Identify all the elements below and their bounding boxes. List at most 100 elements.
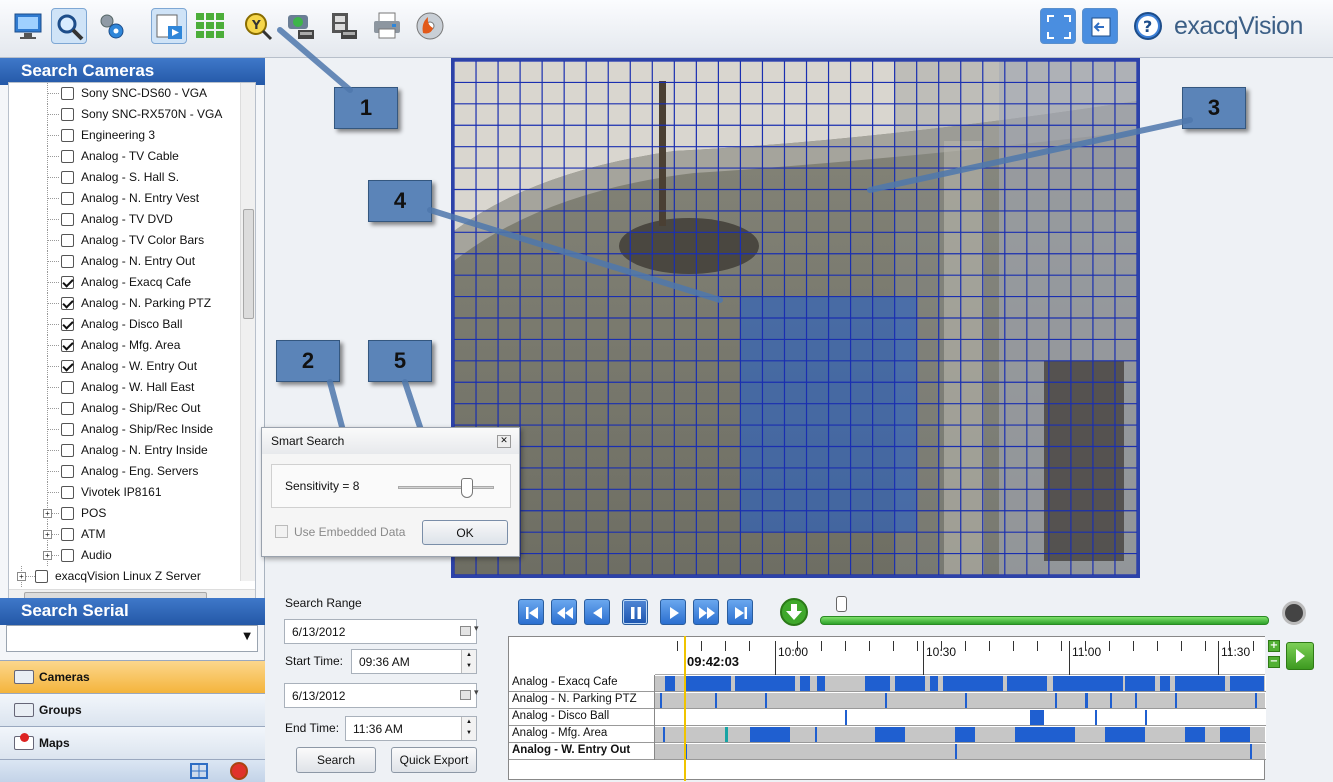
camera-tree-item[interactable]: Analog - W. Hall East: [9, 377, 241, 398]
camera-checkbox[interactable]: [61, 486, 74, 499]
camera-checkbox[interactable]: [61, 339, 74, 352]
camera-tree-item[interactable]: + ATM: [9, 524, 241, 545]
start-time-spinner[interactable]: ▲ ▼: [461, 650, 476, 673]
rewind-icon[interactable]: [551, 599, 577, 625]
map-marker-icon[interactable]: [230, 762, 248, 780]
grid-icon[interactable]: [190, 763, 208, 779]
camera-checkbox[interactable]: [61, 507, 74, 520]
camera-checkbox[interactable]: [61, 549, 74, 562]
timeline-row[interactable]: Analog - Disco Ball: [509, 709, 1266, 726]
camera-tree-item[interactable]: Analog - Mfg. Area: [9, 335, 241, 356]
fullscreen-icon[interactable]: [1040, 8, 1076, 44]
play-icon[interactable]: [660, 599, 686, 625]
camera-tree-item[interactable]: Analog - TV Color Bars: [9, 230, 241, 251]
speed-slider-track[interactable]: [820, 616, 1269, 625]
calendar-icon[interactable]: [460, 623, 479, 636]
serial-select[interactable]: ▼: [6, 625, 258, 652]
camera-checkbox[interactable]: [61, 360, 74, 373]
ok-button[interactable]: OK: [422, 520, 508, 545]
nav-cameras[interactable]: Cameras: [0, 660, 265, 693]
search-button[interactable]: Search: [296, 747, 376, 773]
camera-tree-item[interactable]: Analog - W. Entry Out: [9, 356, 241, 377]
camera-checkbox[interactable]: [61, 528, 74, 541]
export-camera-icon[interactable]: [283, 8, 319, 44]
camera-tree-item[interactable]: Analog - Ship/Rec Inside: [9, 419, 241, 440]
smart-search-icon[interactable]: Y: [240, 8, 276, 44]
step-back-icon[interactable]: [584, 599, 610, 625]
timeline-row[interactable]: Analog - W. Entry Out: [509, 743, 1266, 760]
camera-checkbox[interactable]: [61, 213, 74, 226]
live-view-icon[interactable]: [10, 8, 46, 44]
camera-tree-item[interactable]: Analog - Exacq Cafe: [9, 272, 241, 293]
timeline-row[interactable]: Analog - Mfg. Area: [509, 726, 1266, 743]
camera-checkbox[interactable]: [61, 108, 74, 121]
pause-icon[interactable]: [622, 599, 648, 625]
camera-checkbox[interactable]: [61, 318, 74, 331]
quick-export-button[interactable]: Quick Export: [391, 747, 477, 773]
camera-checkbox[interactable]: [61, 402, 74, 415]
video-panel[interactable]: [451, 58, 1140, 578]
camera-tree-item[interactable]: Analog - N. Entry Out: [9, 251, 241, 272]
camera-checkbox[interactable]: [35, 570, 48, 583]
timeline-row-bar[interactable]: [655, 727, 1265, 742]
zoom-out-right-icon[interactable]: −: [1268, 656, 1280, 668]
camera-tree-item[interactable]: Analog - Ship/Rec Out: [9, 398, 241, 419]
timeline-row[interactable]: Analog - Exacq Cafe: [509, 675, 1266, 692]
camera-tree-item[interactable]: Analog - N. Entry Inside: [9, 440, 241, 461]
camera-checkbox[interactable]: [61, 234, 74, 247]
camera-checkbox[interactable]: [61, 171, 74, 184]
camera-checkbox[interactable]: [61, 255, 74, 268]
timeline-cursor[interactable]: [684, 636, 686, 781]
print-icon[interactable]: [369, 8, 405, 44]
calendar-icon[interactable]: [460, 687, 479, 700]
camera-tree-item[interactable]: Analog - S. Hall S.: [9, 167, 241, 188]
close-icon[interactable]: ✕: [497, 435, 511, 448]
end-date-field[interactable]: 6/13/2012: [284, 683, 479, 708]
help-icon[interactable]: ?: [1130, 8, 1166, 44]
camera-tree-item[interactable]: + exacqVision Linux Z Server: [9, 566, 241, 587]
camera-tree-item[interactable]: + Audio: [9, 545, 241, 566]
timeline[interactable]: 10:00 10:30 11:00 11:30 09:42:03 Analog - E…: [508, 636, 1266, 780]
use-embedded-checkbox[interactable]: Use Embedded Data: [275, 525, 405, 539]
camera-tree-item[interactable]: Analog - N. Parking PTZ: [9, 293, 241, 314]
undock-icon[interactable]: [1082, 8, 1118, 44]
nav-groups[interactable]: Groups: [0, 693, 265, 726]
fast-forward-icon[interactable]: [693, 599, 719, 625]
timeline-row-bar[interactable]: [655, 693, 1265, 708]
timeline-ruler[interactable]: 10:00 10:30 11:00 11:30 09:42:03: [655, 637, 1265, 675]
camera-checkbox[interactable]: [61, 381, 74, 394]
timeline-row[interactable]: Analog - N. Parking PTZ: [509, 692, 1266, 709]
sensitivity-slider[interactable]: [398, 478, 494, 498]
record-stop-icon[interactable]: [1282, 601, 1306, 625]
start-time-field[interactable]: 09:36 AM ▲ ▼: [351, 649, 477, 674]
burn-disc-icon[interactable]: [412, 8, 448, 44]
camera-tree-item[interactable]: + POS: [9, 503, 241, 524]
camera-checkbox[interactable]: [61, 465, 74, 478]
chevron-down-icon[interactable]: ▼: [243, 631, 251, 642]
timeline-row-bar[interactable]: [655, 710, 1265, 725]
camera-tree-item[interactable]: Analog - Eng. Servers: [9, 461, 241, 482]
camera-checkbox[interactable]: [61, 192, 74, 205]
camera-tree-item[interactable]: Analog - Disco Ball: [9, 314, 241, 335]
expand-icon[interactable]: +: [17, 572, 26, 581]
end-time-field[interactable]: 11:36 AM ▲ ▼: [345, 716, 477, 741]
expand-icon[interactable]: +: [43, 551, 52, 560]
nav-maps[interactable]: Maps: [0, 726, 265, 759]
timeline-row-bar[interactable]: [655, 676, 1265, 691]
camera-checkbox[interactable]: [61, 150, 74, 163]
camera-tree-item[interactable]: Analog - N. Entry Vest: [9, 188, 241, 209]
search-mode-icon[interactable]: [151, 8, 187, 44]
camera-tree-item[interactable]: Analog - TV DVD: [9, 209, 241, 230]
skip-end-icon[interactable]: [727, 599, 753, 625]
expand-icon[interactable]: +: [43, 530, 52, 539]
start-date-field[interactable]: 6/13/2012: [284, 619, 479, 644]
slider-knob[interactable]: [461, 478, 473, 498]
camera-checkbox[interactable]: [61, 444, 74, 457]
timeline-forward-icon[interactable]: [1286, 642, 1314, 670]
camera-checkbox[interactable]: [61, 129, 74, 142]
search-icon[interactable]: [51, 8, 87, 44]
gear-icon[interactable]: [93, 8, 129, 44]
camera-checkbox[interactable]: [61, 423, 74, 436]
download-icon[interactable]: [780, 598, 808, 626]
zoom-in-right-icon[interactable]: +: [1268, 640, 1280, 652]
